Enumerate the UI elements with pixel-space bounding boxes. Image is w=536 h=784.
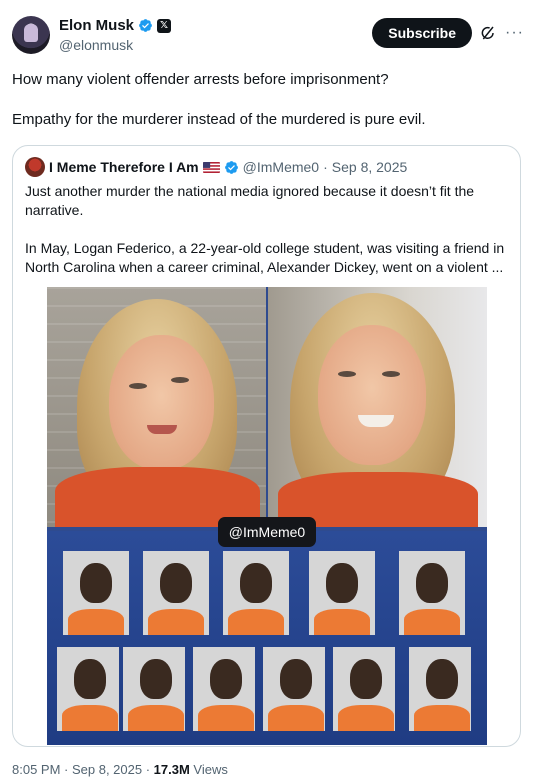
mugshot — [409, 647, 471, 731]
post-time[interactable]: 8:05 PM — [12, 762, 60, 777]
quoted-media-image[interactable]: @ImMeme0 — [47, 287, 487, 745]
profile-avatar[interactable] — [12, 16, 50, 54]
mugshot — [57, 647, 119, 731]
selfie-photo-left — [47, 287, 266, 527]
quoted-tweet[interactable]: I Meme Therefore I Am @ImMeme0 · Sep 8, … — [12, 145, 521, 747]
author-name[interactable]: Elon Musk — [59, 17, 134, 34]
mugshot-grid — [47, 531, 487, 745]
view-count[interactable]: 17.3M — [154, 762, 190, 777]
tweet-paragraph: Empathy for the murderer instead of the … — [12, 111, 426, 128]
us-flag-icon — [202, 161, 220, 173]
tweet-paragraph: How many violent offender arrests before… — [12, 71, 389, 88]
x-affiliation-badge: 𝕏 — [157, 18, 172, 33]
views-label: Views — [189, 762, 228, 777]
tweet-header: Elon Musk 𝕏 @elonmusk Subscribe ··· — [12, 14, 524, 58]
quoted-verified-badge-icon — [224, 160, 238, 174]
mugshot — [223, 551, 289, 635]
quoted-paragraph: Just another murder the national media i… — [25, 183, 475, 218]
mugshot — [309, 551, 375, 635]
author-name-row: Elon Musk 𝕏 — [59, 17, 172, 34]
author-handle[interactable]: @elonmusk — [59, 37, 133, 53]
quoted-author-avatar[interactable] — [25, 157, 45, 177]
mugshot — [143, 551, 209, 635]
subscribe-button[interactable]: Subscribe — [372, 18, 472, 48]
mugshot — [333, 647, 395, 731]
mugshot — [263, 647, 325, 731]
grok-icon[interactable] — [480, 25, 496, 41]
mugshot — [399, 551, 465, 635]
post-date[interactable]: Sep 8, 2025 — [72, 762, 142, 777]
quoted-tweet-text: Just another murder the national media i… — [25, 182, 510, 277]
quoted-author-handle[interactable]: @ImMeme0 — [243, 159, 319, 175]
meta-separator: · — [142, 762, 154, 777]
mugshot — [193, 647, 255, 731]
mugshot — [63, 551, 129, 635]
image-watermark: @ImMeme0 — [218, 517, 316, 547]
quoted-tweet-header: I Meme Therefore I Am @ImMeme0 · Sep 8, … — [25, 157, 407, 177]
quoted-paragraph: In May, Logan Federico, a 22-year-old co… — [25, 240, 505, 275]
tweet-text: How many violent offender arrests before… — [12, 70, 522, 130]
verified-badge-icon — [139, 19, 152, 32]
mugshot — [123, 647, 185, 731]
selfie-photo-right — [268, 287, 487, 527]
more-icon[interactable]: ··· — [505, 24, 524, 42]
tweet-meta: 8:05 PM · Sep 8, 2025 · 17.3M Views — [12, 762, 228, 777]
separator-dot: · — [323, 159, 328, 175]
quoted-author-name[interactable]: I Meme Therefore I Am — [49, 159, 199, 175]
meta-separator: · — [60, 762, 72, 777]
avatar-figure — [24, 24, 38, 42]
quoted-date[interactable]: Sep 8, 2025 — [332, 159, 408, 175]
